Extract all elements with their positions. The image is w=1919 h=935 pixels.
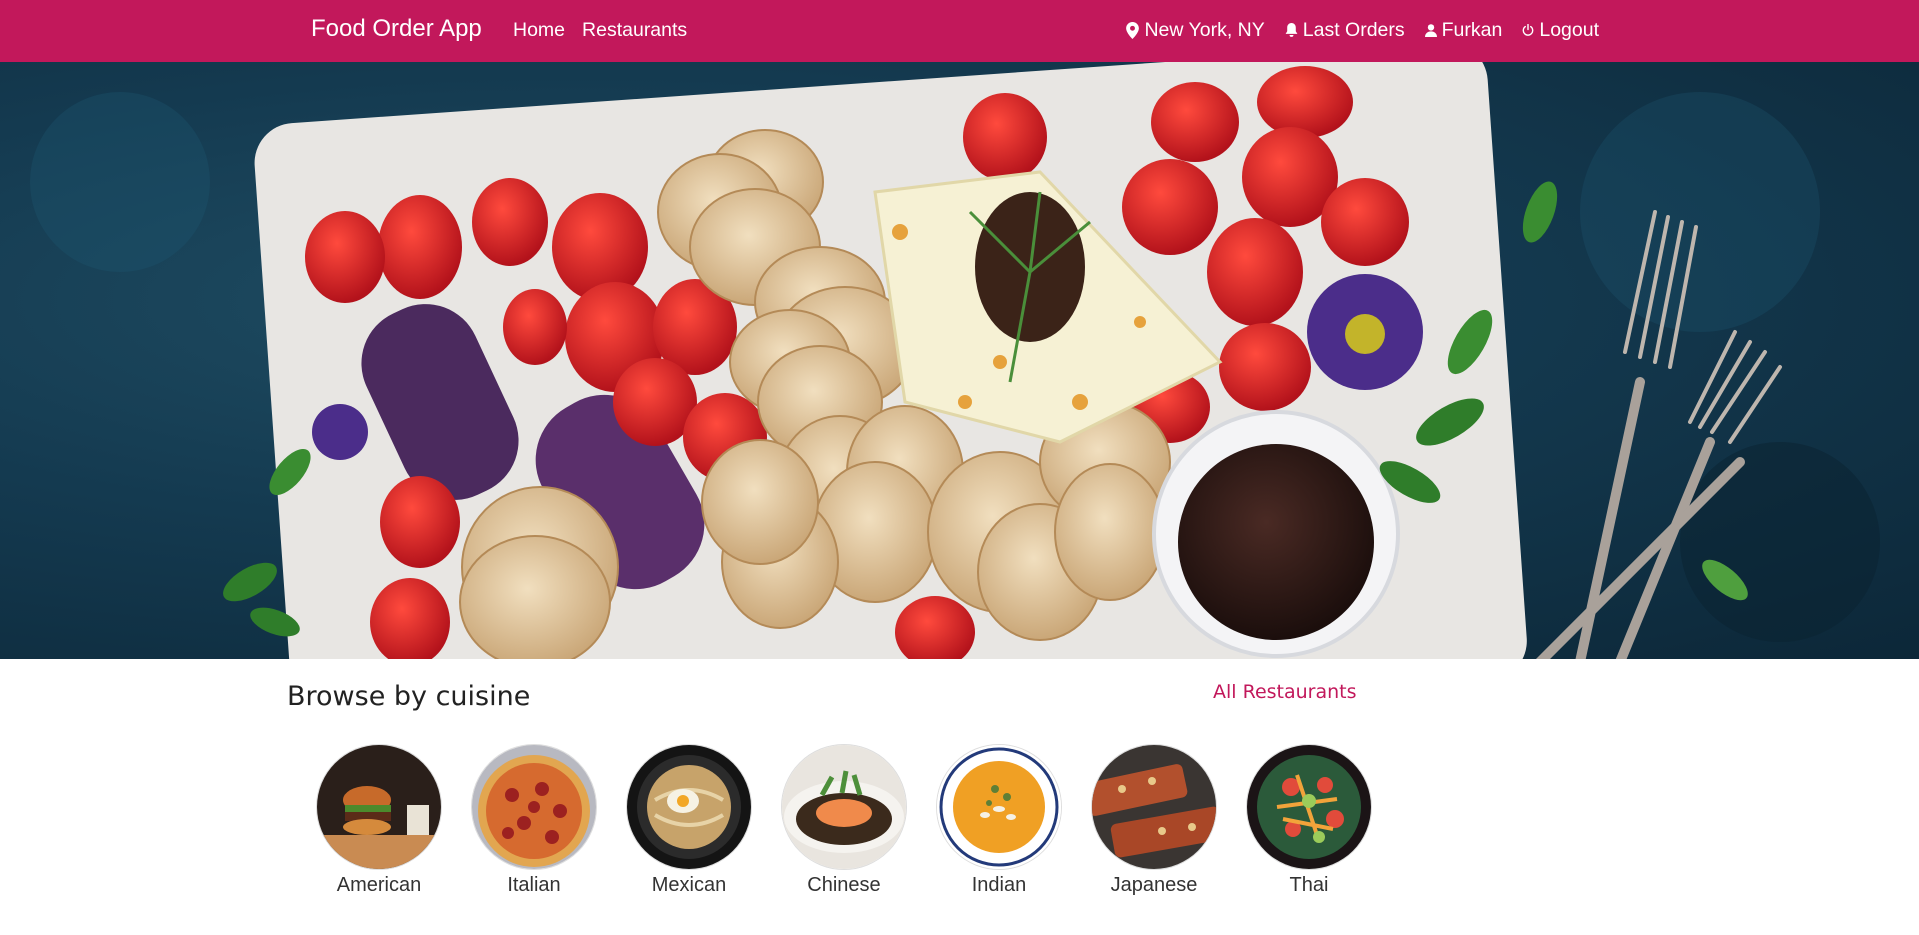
last-orders-link[interactable]: Last Orders xyxy=(1285,19,1405,42)
cuisine-image-chinese xyxy=(781,744,907,870)
user-nav: New York, NY Last Orders Furkan Logout xyxy=(1126,19,1599,42)
cuisine-label-mexican: Mexican xyxy=(651,874,727,896)
cuisine-card-chinese[interactable]: Chinese xyxy=(781,744,907,897)
cuisine-label-italian: Italian xyxy=(507,874,561,896)
cuisine-image-japanese xyxy=(1091,744,1217,870)
location-label: New York, NY xyxy=(1144,19,1265,41)
cuisine-card-thai[interactable]: Thai xyxy=(1246,744,1372,897)
cuisine-card-italian[interactable]: Italian xyxy=(471,744,597,897)
hero-banner-image xyxy=(0,62,1919,659)
nav-home-link[interactable]: Home xyxy=(513,19,565,42)
primary-nav: Home Restaurants xyxy=(513,19,687,42)
user-profile-link[interactable]: Furkan xyxy=(1424,19,1503,42)
brand-link[interactable]: Food Order App xyxy=(311,15,482,43)
cuisine-label-thai: Thai xyxy=(1289,874,1329,896)
logout-link[interactable]: Logout xyxy=(1522,19,1599,42)
user-name: Furkan xyxy=(1441,19,1503,41)
cuisine-label-american: American xyxy=(336,874,422,896)
bell-icon xyxy=(1285,23,1298,37)
cuisine-image-thai xyxy=(1246,744,1372,870)
cuisine-card-japanese[interactable]: Japanese xyxy=(1091,744,1217,897)
cuisine-image-american xyxy=(316,744,442,870)
browse-by-cuisine-heading: Browse by cuisine xyxy=(287,681,531,712)
cuisine-card-indian[interactable]: Indian xyxy=(936,744,1062,897)
hero-illustration xyxy=(30,62,1880,659)
cuisine-label-indian: Indian xyxy=(971,874,1027,896)
location-link[interactable]: New York, NY xyxy=(1126,19,1265,42)
cuisine-image-italian xyxy=(471,744,597,870)
top-navbar: Food Order App Home Restaurants New York… xyxy=(0,0,1919,62)
cuisine-label-chinese: Chinese xyxy=(807,874,881,896)
cuisine-image-mexican xyxy=(626,744,752,870)
user-icon xyxy=(1424,24,1437,37)
last-orders-label: Last Orders xyxy=(1302,19,1405,41)
power-icon xyxy=(1522,24,1534,36)
cuisine-card-american[interactable]: American xyxy=(316,744,442,897)
all-restaurants-link[interactable]: All Restaurants xyxy=(1213,681,1357,703)
cuisine-card-mexican[interactable]: Mexican xyxy=(626,744,752,897)
logout-label: Logout xyxy=(1539,19,1599,41)
nav-restaurants-link[interactable]: Restaurants xyxy=(582,19,687,42)
cuisine-label-japanese: Japanese xyxy=(1110,874,1198,896)
cuisine-image-indian xyxy=(936,744,1062,870)
map-pin-icon xyxy=(1126,22,1140,39)
